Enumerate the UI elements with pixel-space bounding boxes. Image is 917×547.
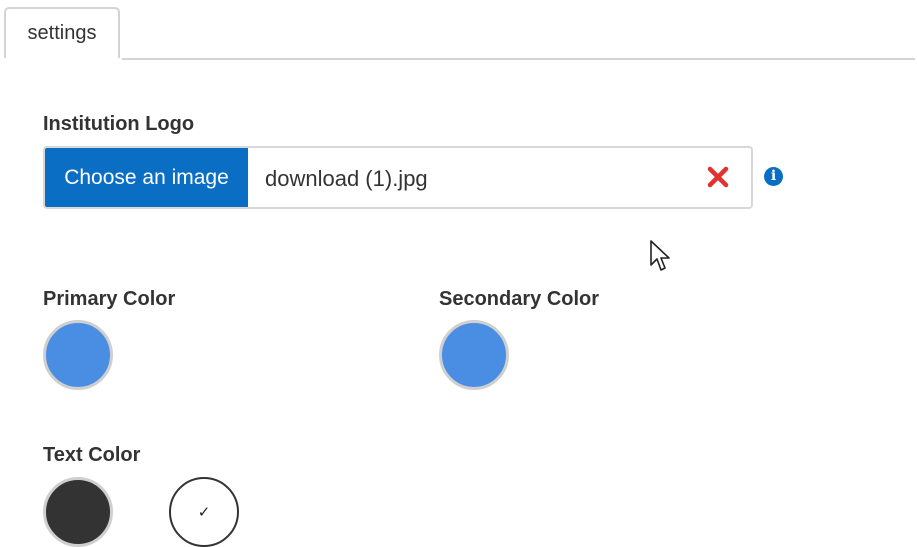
text-color-swatch-white[interactable]: ✓ [169,477,239,547]
tab-bar-divider [122,58,915,60]
info-icon[interactable]: i [764,167,783,186]
institution-logo-file-input[interactable]: Choose an image download (1).jpg [43,146,753,209]
text-color-swatch-dark[interactable] [43,477,113,547]
text-color-label: Text Color [43,444,141,466]
tab-settings-label: settings [27,22,97,44]
primary-color-label: Primary Color [43,288,176,310]
secondary-color-label: Secondary Color [439,288,600,310]
secondary-color-swatch[interactable] [439,320,509,390]
mouse-cursor-icon [650,240,670,271]
tab-bar: settings [0,0,917,60]
check-icon: ✓ [197,503,211,521]
tab-settings[interactable]: settings [4,7,120,58]
institution-logo-label: Institution Logo [43,113,195,135]
selected-file-name: download (1).jpg [265,166,428,191]
choose-image-button[interactable]: Choose an image [45,148,248,207]
primary-color-swatch[interactable] [43,320,113,390]
close-icon[interactable] [707,166,729,188]
